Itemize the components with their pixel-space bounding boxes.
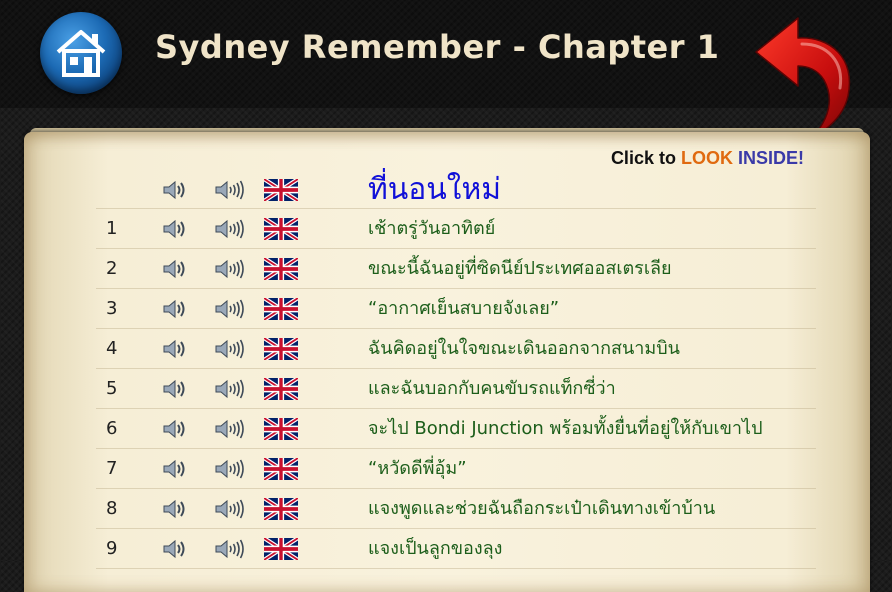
speaker-slow-icon[interactable] xyxy=(214,338,246,364)
row-number: 4 xyxy=(106,338,118,359)
uk-flag-icon[interactable] xyxy=(262,536,300,562)
speaker-slow-icon[interactable] xyxy=(214,498,246,524)
look-inside-inside: INSIDE! xyxy=(737,148,804,168)
table-row: 1 เช้าตรู่วันอาทิตย์ xyxy=(96,209,816,249)
speaker-slow-icon[interactable] xyxy=(214,218,246,244)
lesson-table: ที่นอนใหม่ 1 เช้าตรู่วันอาทิตย์ 2 ขณะนี้ฉัน… xyxy=(96,170,816,569)
speaker-slow-icon[interactable] xyxy=(214,458,246,484)
table-row: 9 แจงเป็นลูกของลุง xyxy=(96,529,816,569)
row-number: 9 xyxy=(106,538,118,559)
speaker-slow-icon[interactable] xyxy=(214,418,246,444)
table-row: 6 จะไป Bondi Junction พร้อมทั้งยื่นที่อยู… xyxy=(96,409,816,449)
home-icon xyxy=(56,30,106,77)
thai-sentence[interactable]: เช้าตรู่วันอาทิตย์ xyxy=(368,209,495,248)
speaker-normal-icon[interactable] xyxy=(162,298,188,324)
thai-sentence[interactable]: แจงเป็นลูกของลุง xyxy=(368,529,502,568)
table-row: 4 ฉันคิดอยู่ในใจขณะเดินออกจากสนามบิน xyxy=(96,329,816,369)
speaker-normal-icon[interactable] xyxy=(162,179,188,205)
thai-sentence[interactable]: “อากาศเย็นสบายจังเลย” xyxy=(368,289,559,328)
table-row: 5 และฉันบอกกับคนขับรถแท็กซี่ว่า xyxy=(96,369,816,409)
uk-flag-icon[interactable] xyxy=(262,296,300,322)
row-number: 6 xyxy=(106,418,118,439)
thai-sentence[interactable]: ฉันคิดอยู่ในใจขณะเดินออกจากสนามบิน xyxy=(368,329,680,368)
look-inside-prefix: Click to xyxy=(610,148,676,168)
row-number: 1 xyxy=(106,218,118,239)
speaker-normal-icon[interactable] xyxy=(162,498,188,524)
home-button[interactable] xyxy=(40,12,122,94)
speaker-normal-icon[interactable] xyxy=(162,258,188,284)
table-header-row: ที่นอนใหม่ xyxy=(96,170,816,209)
table-row: 7 “หวัดดีพี่อุ้ม” xyxy=(96,449,816,489)
thai-sentence[interactable]: จะไป Bondi Junction พร้อมทั้งยื่นที่อยู่… xyxy=(368,409,763,448)
row-number: 3 xyxy=(106,298,118,319)
speaker-normal-icon[interactable] xyxy=(162,418,188,444)
uk-flag-icon[interactable] xyxy=(262,256,300,282)
speaker-normal-icon[interactable] xyxy=(162,458,188,484)
uk-flag-icon[interactable] xyxy=(262,416,300,442)
speaker-slow-icon[interactable] xyxy=(214,298,246,324)
back-arrow-icon[interactable] xyxy=(752,14,862,144)
uk-flag-icon[interactable] xyxy=(262,336,300,362)
speaker-normal-icon[interactable] xyxy=(162,538,188,564)
look-inside-look: LOOK xyxy=(680,148,733,168)
speaker-normal-icon[interactable] xyxy=(162,378,188,404)
uk-flag-icon[interactable] xyxy=(262,216,300,242)
thai-sentence[interactable]: “หวัดดีพี่อุ้ม” xyxy=(368,449,467,488)
thai-sentence[interactable]: และฉันบอกกับคนขับรถแท็กซี่ว่า xyxy=(368,369,616,408)
row-number: 5 xyxy=(106,378,118,399)
uk-flag-icon[interactable] xyxy=(262,376,300,402)
speaker-normal-icon[interactable] xyxy=(162,338,188,364)
page-title: Sydney Remember - Chapter 1 xyxy=(155,28,720,66)
uk-flag-icon[interactable] xyxy=(262,456,300,482)
section-heading: ที่นอนใหม่ xyxy=(368,172,502,207)
uk-flag-icon[interactable] xyxy=(262,496,300,522)
table-row: 8 แจงพูดและช่วยฉันถือกระเป๋าเดินทางเข้าบ้… xyxy=(96,489,816,529)
row-number: 2 xyxy=(106,258,118,279)
table-row: 2 ขณะนี้ฉันอยู่ที่ซิดนีย์ประเทศออสเตรเลีย xyxy=(96,249,816,289)
row-number: 7 xyxy=(106,458,118,479)
thai-sentence[interactable]: ขณะนี้ฉันอยู่ที่ซิดนีย์ประเทศออสเตรเลีย xyxy=(368,249,672,288)
row-number: 8 xyxy=(106,498,118,519)
speaker-normal-icon[interactable] xyxy=(162,218,188,244)
uk-flag-icon[interactable] xyxy=(262,177,300,203)
thai-sentence[interactable]: แจงพูดและช่วยฉันถือกระเป๋าเดินทางเข้าบ้า… xyxy=(368,489,715,528)
speaker-slow-icon[interactable] xyxy=(214,378,246,404)
speaker-slow-icon[interactable] xyxy=(214,179,246,205)
look-inside-link[interactable]: Click to LOOK INSIDE! xyxy=(611,148,804,169)
table-row: 3 “อากาศเย็นสบายจังเลย” xyxy=(96,289,816,329)
speaker-slow-icon[interactable] xyxy=(214,538,246,564)
speaker-slow-icon[interactable] xyxy=(214,258,246,284)
